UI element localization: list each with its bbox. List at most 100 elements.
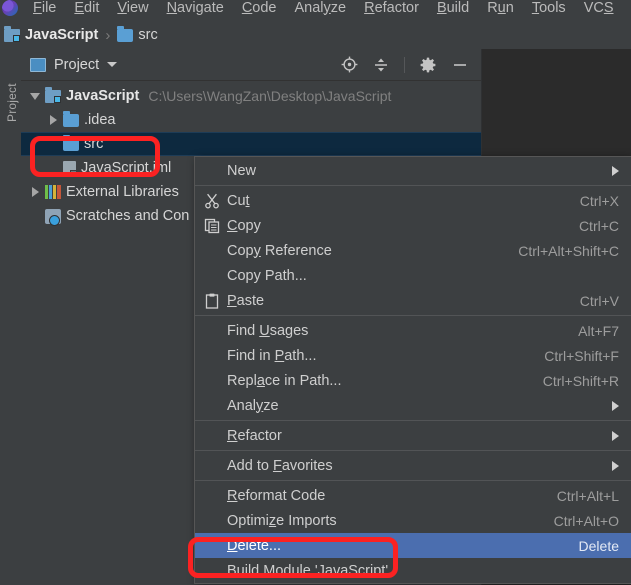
menu-bar: File Edit View Navigate Code Analyze Refactor B… [0, 0, 631, 21]
menu-item-label: Find Usages [227, 322, 309, 339]
menu-item-label: Cut [227, 192, 250, 209]
menu-item-shortcut: Ctrl+Alt+Shift+C [518, 242, 619, 259]
menu-item-refactor[interactable]: Refactor [195, 423, 631, 448]
collapse-all-icon[interactable] [372, 56, 390, 74]
chevron-down-icon[interactable] [107, 62, 118, 67]
menu-item-label: Copy [227, 217, 261, 234]
menubar-item-build[interactable]: Build [428, 0, 478, 16]
ide-window: File Edit View Navigate Code Analyze Refactor B… [0, 0, 631, 585]
menu-item-shortcut: Ctrl+Alt+O [553, 512, 619, 529]
breadcrumb-separator: › [105, 26, 111, 44]
tree-row-src[interactable]: src [21, 132, 481, 156]
menubar-item-code[interactable]: Code [233, 0, 286, 16]
breadcrumb-folder-label: src [138, 27, 158, 43]
project-view-icon [30, 57, 46, 72]
tree-row-path: C:\Users\WangZan\Desktop\JavaScript [148, 88, 392, 104]
menu-item-optimize-imports[interactable]: Optimize Imports Ctrl+Alt+O [195, 508, 631, 533]
menubar-item-file[interactable]: File [24, 0, 65, 16]
tree-row-idea[interactable]: .idea [21, 108, 481, 132]
menu-item-find-usages[interactable]: Find Usages Alt+F7 [195, 318, 631, 343]
menu-item-analyze[interactable]: Analyze [195, 393, 631, 418]
submenu-arrow-icon [612, 430, 619, 441]
menu-separator [195, 450, 631, 451]
minimize-icon[interactable] [451, 56, 469, 74]
menu-item-label: Copy Reference [227, 242, 332, 259]
folder-icon [63, 134, 79, 151]
menu-item-shortcut: Delete [578, 537, 619, 554]
tree-row-label: Scratches and Con [66, 208, 190, 224]
menu-separator [195, 480, 631, 481]
menu-item-shortcut: Ctrl+C [578, 217, 619, 234]
menu-item-label: New [227, 162, 257, 179]
menubar-item-edit[interactable]: Edit [65, 0, 108, 16]
file-icon [63, 160, 77, 177]
menu-item-label: Optimize Imports [227, 512, 337, 529]
menu-item-label: Analyze [227, 397, 279, 414]
tree-twisty-expanded-icon[interactable] [27, 92, 43, 100]
menubar-item-navigate[interactable]: Navigate [158, 0, 233, 16]
menu-separator [195, 185, 631, 186]
library-icon [45, 185, 61, 199]
toolbar-divider [404, 56, 405, 73]
menu-item-label: Refactor [227, 427, 282, 444]
copy-icon [201, 218, 223, 234]
menu-item-add-to-favorites[interactable]: Add to Favorites [195, 453, 631, 478]
context-menu: New Cut Ctrl+X Copy Ctrl+C Copy Reference Ctrl… [194, 156, 631, 584]
cut-icon [201, 193, 223, 209]
menu-item-cut[interactable]: Cut Ctrl+X [195, 188, 631, 213]
menu-item-label: Find in Path... [227, 347, 317, 364]
menu-item-copy[interactable]: Copy Ctrl+C [195, 213, 631, 238]
paste-icon [201, 293, 223, 309]
menu-item-shortcut: Ctrl+X [579, 192, 619, 209]
menu-item-paste[interactable]: Paste Ctrl+V [195, 288, 631, 313]
tree-twisty-collapsed-icon[interactable] [45, 115, 61, 125]
menu-item-find-in-path[interactable]: Find in Path... Ctrl+Shift+F [195, 343, 631, 368]
project-panel-header: Project [21, 49, 481, 81]
left-tool-strip: Project [0, 49, 22, 585]
menu-item-shortcut: Ctrl+Shift+F [544, 347, 619, 364]
menu-item-label: Add to Favorites [227, 457, 333, 474]
menubar-item-refactor[interactable]: Refactor [355, 0, 428, 16]
menu-item-build-module-javascript[interactable]: Build Module 'JavaScript' [195, 558, 631, 583]
app-logo-icon [2, 0, 18, 16]
tree-row-label: JavaScript.iml [81, 160, 172, 176]
menu-separator [195, 315, 631, 316]
menubar-item-view[interactable]: View [108, 0, 157, 16]
menu-item-shortcut: Ctrl+Alt+L [556, 487, 619, 504]
breadcrumb-item-project[interactable]: JavaScript [4, 25, 98, 43]
menu-item-reformat-code[interactable]: Reformat Code Ctrl+Alt+L [195, 483, 631, 508]
menubar-item-vcs[interactable]: VCS [575, 0, 623, 16]
scratches-icon [45, 208, 61, 226]
submenu-arrow-icon [612, 400, 619, 411]
menu-separator [195, 420, 631, 421]
breadcrumb-item-folder[interactable]: src [117, 25, 158, 43]
locate-file-icon[interactable] [340, 56, 358, 74]
menu-item-shortcut: Ctrl+V [579, 292, 619, 309]
menu-item-copy-path[interactable]: Copy Path... [195, 263, 631, 288]
menu-item-label: Build Module 'JavaScript' [227, 562, 389, 579]
breadcrumb: JavaScript › src [0, 21, 631, 49]
menubar-item-analyze[interactable]: Analyze [286, 0, 356, 16]
tool-window-tab-project[interactable]: Project [5, 62, 19, 122]
menu-item-shortcut: Ctrl+Shift+R [542, 372, 619, 389]
project-panel-title: Project [54, 56, 100, 73]
gear-icon[interactable] [419, 56, 437, 74]
tree-row-javascript[interactable]: JavaScript C:\Users\WangZan\Desktop\JavaS… [21, 84, 481, 108]
module-icon [45, 86, 61, 103]
menu-item-new[interactable]: New [195, 158, 631, 183]
menubar-item-tools[interactable]: Tools [523, 0, 575, 16]
menu-item-label: Replace in Path... [227, 372, 342, 389]
menu-item-replace-in-path[interactable]: Replace in Path... Ctrl+Shift+R [195, 368, 631, 393]
folder-icon [117, 25, 134, 42]
menu-item-delete[interactable]: Delete... Delete [195, 533, 631, 558]
menu-item-label: Copy Path... [227, 267, 307, 284]
menu-item-label: Reformat Code [227, 487, 326, 504]
tree-row-label: JavaScript [66, 88, 140, 104]
submenu-arrow-icon [612, 165, 619, 176]
menu-item-shortcut: Alt+F7 [578, 322, 619, 339]
folder-icon [63, 110, 79, 127]
tree-twisty-collapsed-icon[interactable] [27, 187, 43, 197]
menu-item-copy-reference[interactable]: Copy Reference Ctrl+Alt+Shift+C [195, 238, 631, 263]
menubar-item-run[interactable]: Run [478, 0, 523, 16]
menu-item-label: Paste [227, 292, 265, 309]
